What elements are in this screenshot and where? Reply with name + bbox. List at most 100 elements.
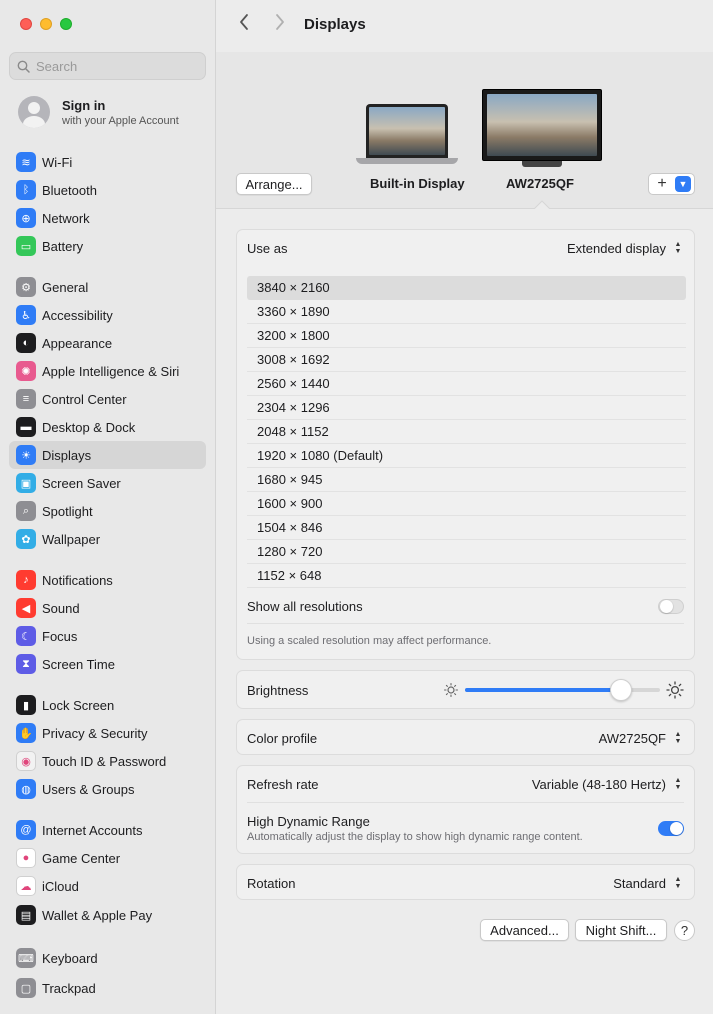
sidebar-item-label: Displays (42, 447, 92, 463)
account-name: Sign in (62, 97, 106, 113)
refresh-rate-popup[interactable]: Variable (48-180 Hertz) ▲ ▼ (532, 776, 684, 792)
sidebar-item-accessibility[interactable]: ♿ Accessibility (9, 301, 206, 329)
sidebar-item-displays[interactable]: ☀ Displays (9, 441, 206, 469)
sidebar-item-control-center[interactable]: ≡ Control Center (9, 385, 206, 413)
sidebar-item-label: Apple Intelligence & Siri (42, 363, 180, 379)
speaker-icon: ◀ (16, 598, 36, 618)
sidebar-item-appearance[interactable]: ◐ Appearance (9, 329, 206, 357)
resolution-option[interactable]: 3200 × 1800 (247, 324, 686, 348)
sidebar-item-label: Trackpad (42, 980, 96, 996)
sidebar-item-users-groups[interactable]: ◍ Users & Groups (9, 775, 206, 803)
use-as-popup[interactable]: Extended display ▲ ▼ (567, 240, 684, 256)
forward-button[interactable] (270, 13, 290, 35)
sidebar-item-screen-saver[interactable]: ▣ Screen Saver (9, 469, 206, 497)
external-display-label[interactable]: AW2725QF (506, 176, 574, 191)
sidebar-item-trackpad[interactable]: ▢ Trackpad (9, 974, 206, 1002)
sidebar-item-screen-time[interactable]: ⧗ Screen Time (9, 650, 206, 678)
sidebar-item-keyboard[interactable]: ⌨ Keyboard (9, 944, 206, 972)
sidebar-item-lock-screen[interactable]: ▮ Lock Screen (9, 691, 206, 719)
sidebar-item-label: Wallet & Apple Pay (42, 907, 153, 923)
sidebar-item-privacy-security[interactable]: ✋ Privacy & Security (9, 719, 206, 747)
sidebar-item-wallpaper[interactable]: ✿ Wallpaper (9, 525, 206, 553)
color-profile-popup[interactable]: AW2725QF ▲ ▼ (599, 730, 684, 746)
avatar (18, 96, 50, 128)
advanced-button[interactable]: Advanced... (480, 919, 569, 941)
show-all-row: Show all resolutions (247, 596, 684, 616)
add-display-button[interactable]: + ▼ (648, 173, 695, 195)
use-as-value: Extended display (566, 240, 666, 256)
resolution-option[interactable]: 1680 × 945 (247, 468, 686, 492)
brightness-slider-knob[interactable] (610, 679, 633, 701)
sidebar-item-desktop-dock[interactable]: ▬ Desktop & Dock (9, 413, 206, 441)
plus-icon: + (657, 175, 667, 192)
rotation-card: Rotation Standard ▲ ▼ (236, 864, 695, 900)
minimize-button[interactable] (40, 18, 52, 30)
keyboard-icon: ⌨ (16, 948, 36, 968)
lock-icon: ▮ (16, 695, 36, 715)
resolution-option[interactable]: 2048 × 1152 (247, 420, 686, 444)
hourglass-icon: ⧗ (16, 654, 36, 674)
sidebar-item-wallet-apple-pay[interactable]: ▤ Wallet & Apple Pay (9, 901, 206, 929)
sidebar-item-focus[interactable]: ☾ Focus (9, 622, 206, 650)
sidebar-item-label: Control Center (42, 391, 127, 407)
sidebar-item-label: Sound (42, 600, 80, 616)
sidebar-item-icloud[interactable]: ☁ iCloud (9, 872, 206, 900)
sidebar-item-sound[interactable]: ◀ Sound (9, 594, 206, 622)
sidebar-item-wi-fi[interactable]: ≋ Wi-Fi (9, 148, 206, 176)
resolution-option[interactable]: 1280 × 720 (247, 540, 686, 564)
refresh-rate-row: Refresh rate Variable (48-180 Hertz) ▲ ▼ (247, 774, 684, 794)
builtin-display-thumbnail[interactable] (356, 104, 458, 164)
dock-icon: ▬ (16, 417, 36, 437)
resolution-option[interactable]: 1152 × 648 (247, 564, 686, 588)
builtin-display-label[interactable]: Built-in Display (370, 176, 465, 191)
sidebar-item-touch-id-password[interactable]: ◉ Touch ID & Password (9, 747, 206, 775)
search-field[interactable] (9, 52, 206, 80)
sidebar-item-label: Spotlight (42, 503, 93, 519)
sidebar: Sign in with your Apple Account ≋Wi-FiᛒB… (0, 0, 216, 1014)
brightness-slider[interactable] (465, 679, 660, 701)
resolution-option[interactable]: 3840 × 2160 (247, 276, 686, 300)
at-icon: @ (16, 820, 36, 840)
sidebar-item-spotlight[interactable]: ⌕ Spotlight (9, 497, 206, 525)
resolution-option[interactable]: 3008 × 1692 (247, 348, 686, 372)
hdr-label: High Dynamic Range (247, 813, 370, 829)
back-button[interactable] (234, 13, 254, 35)
sidebar-item-game-center[interactable]: ● Game Center (9, 844, 206, 872)
flower-icon: ✿ (16, 529, 36, 549)
arrange-button[interactable]: Arrange... (236, 173, 312, 195)
sidebar-item-label: Notifications (42, 572, 113, 588)
sidebar-item-internet-accounts[interactable]: @ Internet Accounts (9, 816, 206, 844)
sidebar-item-notifications[interactable]: ♪ Notifications (9, 566, 206, 594)
sidebar-item-label: Privacy & Security (42, 725, 148, 741)
sidebar-item-apple-intelligence-siri[interactable]: ✺ Apple Intelligence & Siri (9, 357, 206, 385)
account-row[interactable]: Sign in with your Apple Account (18, 96, 179, 128)
hand-icon: ✋ (16, 723, 36, 743)
sidebar-item-network[interactable]: ⊕ Network (9, 204, 206, 232)
sidebar-item-general[interactable]: ⚙ General (9, 273, 206, 301)
resolution-option[interactable]: 1920 × 1080 (Default) (247, 444, 686, 468)
resolution-option[interactable]: 1600 × 900 (247, 492, 686, 516)
window-controls (20, 18, 72, 30)
rotation-popup[interactable]: Standard ▲ ▼ (613, 875, 684, 891)
night-shift-button[interactable]: Night Shift... (575, 919, 667, 941)
close-button[interactable] (20, 18, 32, 30)
sidebar-item-label: Desktop & Dock (42, 419, 136, 435)
sidebar-item-label: Network (42, 210, 90, 226)
use-as-label: Use as (247, 240, 288, 256)
up-down-chevron-icon: ▲ ▼ (674, 731, 682, 745)
show-all-toggle[interactable] (658, 598, 684, 614)
resolution-option[interactable]: 2304 × 1296 (247, 396, 686, 420)
divider (247, 623, 684, 624)
sidebar-item-label: Users & Groups (42, 781, 135, 797)
hdr-toggle[interactable] (658, 820, 684, 836)
zoom-button[interactable] (60, 18, 72, 30)
resolution-option[interactable]: 1504 × 846 (247, 516, 686, 540)
search-input[interactable] (36, 58, 196, 74)
external-display-thumbnail[interactable] (482, 89, 602, 167)
resolution-option[interactable]: 2560 × 1440 (247, 372, 686, 396)
game-center-icon: ● (16, 848, 36, 868)
help-button[interactable]: ? (674, 920, 695, 941)
sidebar-item-battery[interactable]: ▭ Battery (9, 232, 206, 260)
sidebar-item-bluetooth[interactable]: ᛒ Bluetooth (9, 176, 206, 204)
resolution-option[interactable]: 3360 × 1890 (247, 300, 686, 324)
